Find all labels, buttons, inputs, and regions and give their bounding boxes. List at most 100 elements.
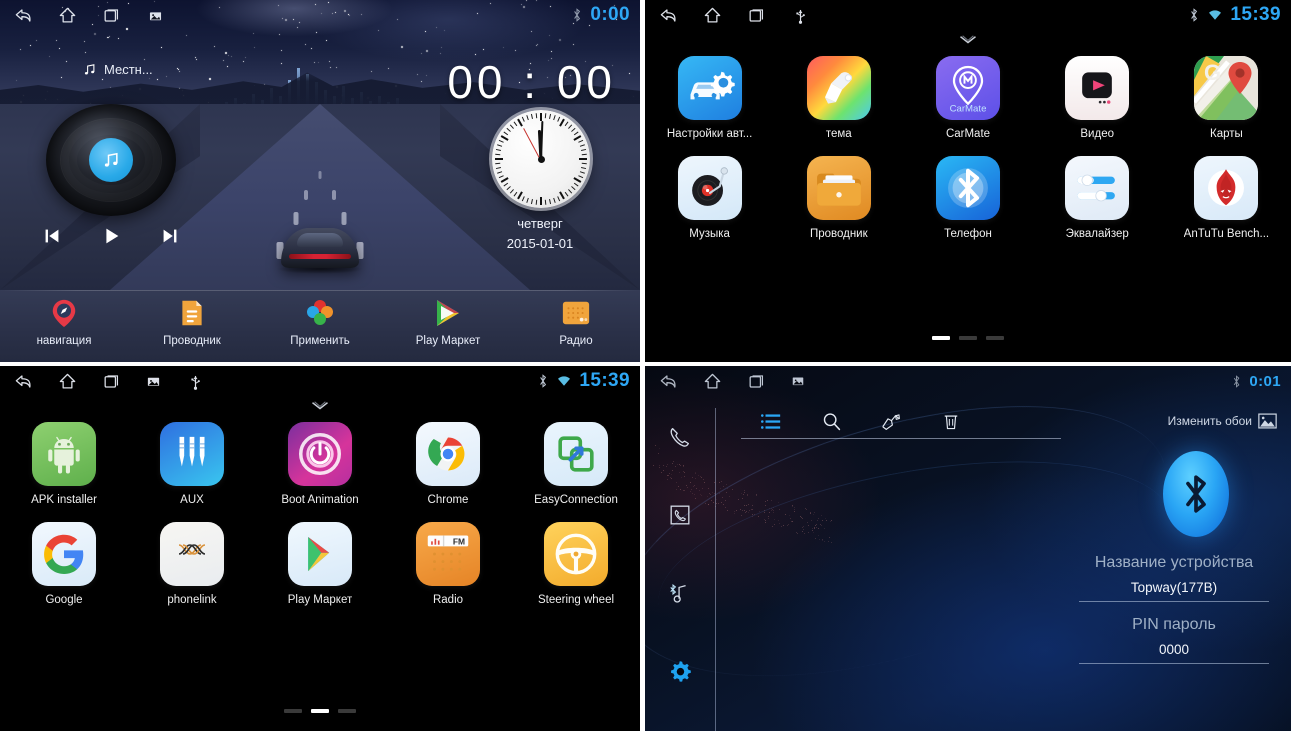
back-icon[interactable]: [14, 6, 33, 25]
fm-radio-icon: FM: [416, 522, 480, 586]
app-cell-chrome[interactable]: Chrome: [384, 422, 512, 506]
chevron-down-icon[interactable]: [958, 34, 978, 46]
app-cell-play-store[interactable]: Play Маркет: [256, 522, 384, 606]
pin-field[interactable]: PIN пароль 0000: [1079, 616, 1269, 664]
page-indicator-drawer1[interactable]: [645, 336, 1291, 340]
app-cell-equalizer[interactable]: Эквалайзер: [1033, 156, 1162, 240]
dock-item-file-manager[interactable]: Проводник: [128, 296, 256, 347]
sidebar-item-dialpad[interactable]: [665, 422, 695, 452]
app-label: Google: [45, 594, 82, 606]
phonelink-xx-icon: [160, 522, 224, 586]
hand-pair-icon: [880, 411, 903, 432]
home-icon[interactable]: [703, 372, 722, 391]
disc-center-button[interactable]: [89, 138, 133, 182]
device-name-field[interactable]: Название устройства Topway(177B): [1079, 554, 1269, 602]
status-bar-bluetooth: 0:01: [645, 366, 1291, 396]
dock-item-apply[interactable]: Применить: [256, 296, 384, 347]
usb-icon[interactable]: [791, 6, 810, 25]
page-dot[interactable]: [932, 336, 950, 340]
next-track-button[interactable]: [156, 222, 184, 250]
home-icon[interactable]: [58, 372, 77, 391]
page-indicator-drawer2[interactable]: [0, 709, 640, 713]
screenshot-collage: 0:00 Местн... 00: 00 четверг 2015-01-01…: [0, 0, 1291, 731]
back-icon[interactable]: [659, 6, 678, 25]
home-icon[interactable]: [58, 6, 77, 25]
dock-item-play-market[interactable]: Play Маркет: [384, 296, 512, 347]
app-cell-power-ring[interactable]: Boot Animation: [256, 422, 384, 506]
recents-icon[interactable]: [102, 372, 121, 391]
bluetooth-icon: [1180, 470, 1212, 518]
music-source-widget[interactable]: Местн...: [82, 62, 153, 77]
status-bar-drawer2: 15:39: [0, 366, 640, 396]
change-wallpaper-label: Изменить обои: [1168, 414, 1252, 428]
app-cell-fm-radio[interactable]: FM Radio: [384, 522, 512, 606]
list-button[interactable]: [741, 412, 801, 431]
page-dot[interactable]: [959, 336, 977, 340]
app-cell-antutu[interactable]: AnTuTu Bench...: [1162, 156, 1291, 240]
recents-icon[interactable]: [747, 372, 766, 391]
file-explorer-icon: [807, 156, 871, 220]
pair-button[interactable]: [861, 411, 921, 432]
play-store-icon: [288, 522, 352, 586]
dock-label: Применить: [290, 335, 349, 347]
app-label: Radio: [433, 594, 463, 606]
page-dot[interactable]: [338, 709, 356, 713]
dock-item-radio[interactable]: Радио: [512, 296, 640, 347]
status-bar-indicators: 0:01: [1231, 373, 1281, 390]
lane-marker: [304, 190, 308, 200]
app-cell-music-turntable[interactable]: Музыка: [645, 156, 774, 240]
app-cell-file-explorer[interactable]: Проводник: [774, 156, 903, 240]
app-label: CarMate: [946, 128, 990, 140]
app-cell-video-player[interactable]: Видео: [1033, 56, 1162, 140]
panel-app-drawer-page2: 15:39 APK installer AUX Boot Animation C…: [0, 366, 640, 731]
toolbar-divider: [741, 438, 1061, 439]
app-cell-android-robot[interactable]: APK installer: [0, 422, 128, 506]
sidebar-item-bluetooth-music[interactable]: [665, 578, 695, 608]
app-cell-theme-brush[interactable]: тема: [774, 56, 903, 140]
recents-icon[interactable]: [102, 6, 121, 25]
app-cell-aux-jack[interactable]: AUX: [128, 422, 256, 506]
next-track-icon: [159, 225, 181, 247]
dock-item-navigation[interactable]: навигация: [0, 296, 128, 347]
recents-icon[interactable]: [747, 6, 766, 25]
back-icon[interactable]: [659, 372, 678, 391]
page-dot[interactable]: [986, 336, 1004, 340]
home-icon[interactable]: [703, 6, 722, 25]
app-cell-car-settings[interactable]: Настройки авт...: [645, 56, 774, 140]
back-icon[interactable]: [14, 372, 33, 391]
screenshot-icon[interactable]: [146, 374, 161, 389]
screenshot-icon[interactable]: [146, 6, 165, 25]
easyconnection-icon: [544, 422, 608, 486]
change-wallpaper-button[interactable]: Изменить обои: [1168, 413, 1277, 429]
dock-label: навигация: [37, 335, 92, 347]
app-cell-google-maps[interactable]: G Карты: [1162, 56, 1291, 140]
file-manager-icon: [175, 296, 209, 330]
antutu-icon: [1194, 156, 1258, 220]
pin-value: 0000: [1079, 642, 1269, 657]
usb-icon[interactable]: [186, 372, 205, 391]
power-ring-icon: [288, 422, 352, 486]
app-cell-easyconnection[interactable]: EasyConnection: [512, 422, 640, 506]
app-label: Boot Animation: [281, 494, 358, 506]
sidebar-item-settings[interactable]: [665, 656, 695, 686]
app-cell-carmate[interactable]: CarMate CarMate: [903, 56, 1032, 140]
sidebar-item-contacts[interactable]: [665, 500, 695, 530]
app-cell-steering-wheel[interactable]: Steering wheel: [512, 522, 640, 606]
prev-track-button[interactable]: [38, 222, 66, 250]
app-cell-google-g[interactable]: Google: [0, 522, 128, 606]
music-disc-widget[interactable]: [46, 104, 176, 216]
screenshot-icon[interactable]: [791, 374, 805, 388]
app-label: Chrome: [428, 494, 469, 506]
search-button[interactable]: [801, 411, 861, 432]
page-dot[interactable]: [311, 709, 329, 713]
play-button[interactable]: [97, 222, 125, 250]
page-dot[interactable]: [284, 709, 302, 713]
car-illustration: [277, 212, 363, 274]
app-cell-phonelink-xx[interactable]: phonelink: [128, 522, 256, 606]
chevron-down-icon[interactable]: [310, 400, 330, 412]
app-label: Steering wheel: [538, 594, 614, 606]
dock-label: Радио: [559, 335, 592, 347]
delete-button[interactable]: [921, 411, 981, 432]
app-cell-bluetooth-phone[interactable]: Телефон: [903, 156, 1032, 240]
app-label: EasyConnection: [534, 494, 618, 506]
